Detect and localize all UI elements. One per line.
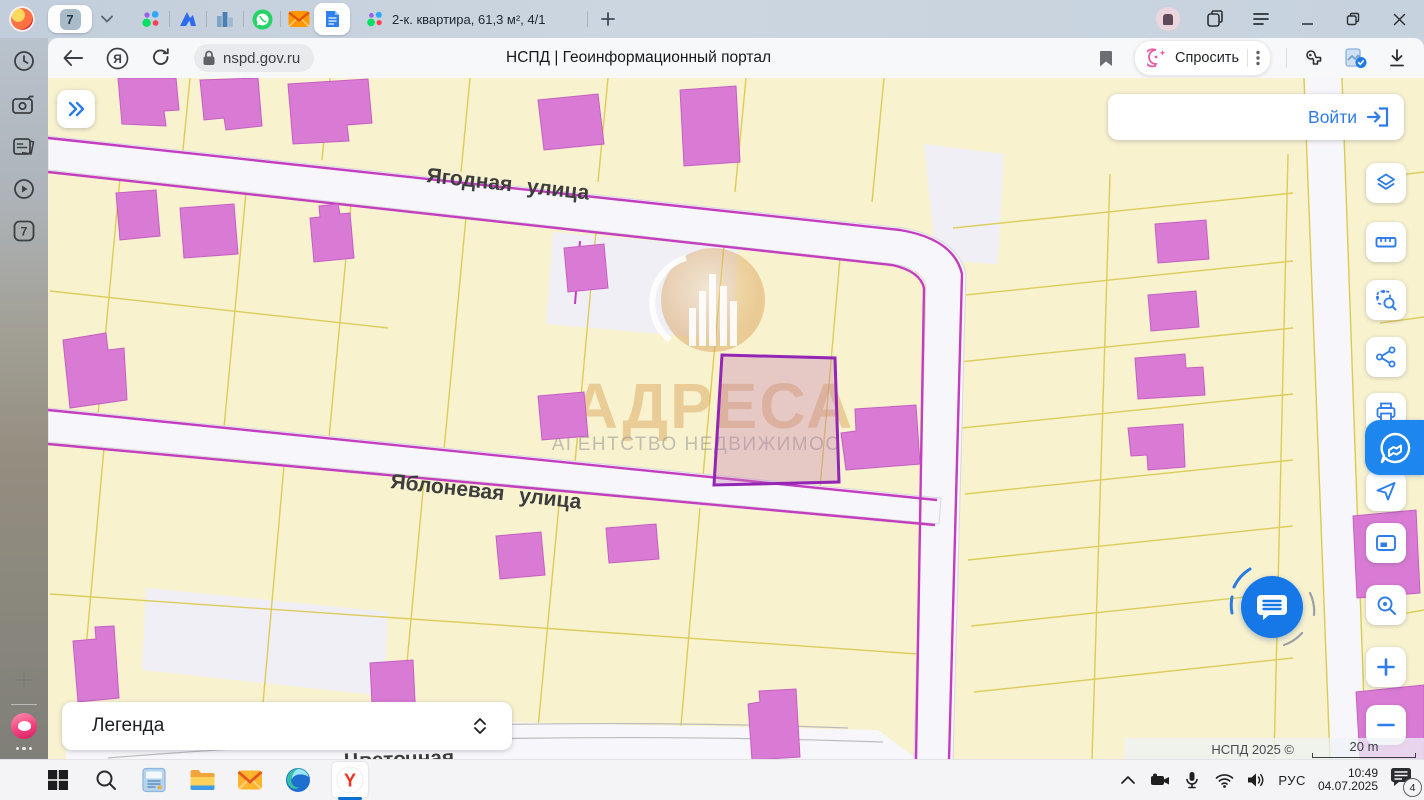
- login-icon: [1366, 106, 1390, 128]
- system-tray: РУС 10:49 04.07.2025 4: [1118, 760, 1416, 800]
- address-bar[interactable]: nspd.gov.ru: [194, 44, 314, 72]
- protect-sync-icon[interactable]: [1343, 45, 1369, 71]
- select-area-button[interactable]: [1366, 280, 1406, 320]
- my-location-button[interactable]: [1366, 471, 1406, 511]
- measure-ruler-button[interactable]: [1366, 222, 1406, 262]
- extensions-icon[interactable]: [1302, 45, 1328, 71]
- profile-avatar-icon[interactable]: [9, 6, 35, 32]
- tray-chevron-icon[interactable]: [1118, 770, 1138, 790]
- tray-camera-icon[interactable]: [1150, 770, 1170, 790]
- tab-favicon-avito-icon: [366, 10, 384, 28]
- language-indicator[interactable]: РУС: [1278, 773, 1306, 788]
- menu-icon[interactable]: [1250, 8, 1272, 30]
- legend-collapse-icon[interactable]: [474, 718, 486, 734]
- attribution-text: НСПД 2025 ©: [1211, 742, 1294, 757]
- pinned-tab-mail-icon[interactable]: [284, 4, 314, 34]
- ask-sparkle-icon: [1147, 48, 1167, 68]
- map-canvas[interactable]: АДРЕСА АГЕНТСТВО НЕДВИЖИМОСТИ: [48, 78, 1424, 760]
- notification-badge: 4: [1403, 778, 1422, 797]
- tab-title: 2-к. квартира, 61,3 м², 4/1: [392, 12, 578, 27]
- map-attribution: НСПД 2025 © 20 m: [1124, 738, 1424, 760]
- login-bar[interactable]: Войти: [1108, 94, 1404, 140]
- search-on-map-button[interactable]: [1366, 585, 1406, 625]
- refresh-button[interactable]: [148, 45, 174, 71]
- zoom-in-button[interactable]: [1366, 647, 1406, 687]
- chat-button[interactable]: [1241, 576, 1303, 638]
- alice-assistant-icon[interactable]: [11, 713, 37, 739]
- legend-label: Легенда: [92, 715, 164, 737]
- ask-more-icon[interactable]: [1256, 50, 1260, 66]
- file-explorer-icon[interactable]: [188, 766, 216, 794]
- page-title: НСПД | Геоинформационный портал: [506, 38, 771, 78]
- pinned-tab-nspd-active[interactable]: [314, 3, 350, 35]
- downloads-icon[interactable]: [1384, 45, 1410, 71]
- browser-side-rail: 7: [0, 38, 48, 760]
- pinned-tab-a-icon[interactable]: [173, 4, 203, 34]
- ask-ai-button[interactable]: Спросить: [1134, 40, 1271, 76]
- taskbar-search-icon[interactable]: [92, 766, 120, 794]
- svg-text:Я: Я: [113, 52, 122, 66]
- rail-more-icon[interactable]: [16, 747, 33, 751]
- svg-text:Y: Y: [344, 771, 356, 791]
- pinned-tab-whatsapp-icon[interactable]: [247, 4, 277, 34]
- side-panels-icon[interactable]: [1204, 8, 1226, 30]
- restore-button[interactable]: [1342, 8, 1364, 30]
- yandex-sidebar-widget[interactable]: [1365, 420, 1424, 475]
- browser-window: 7: [0, 0, 1424, 800]
- minimize-button[interactable]: [1296, 8, 1318, 30]
- pinned-tab-avito-icon[interactable]: [136, 4, 166, 34]
- login-label: Войти: [1308, 107, 1357, 128]
- windows-taskbar: Y РУС 10:49 04.07.2025: [0, 759, 1424, 800]
- back-button[interactable]: [60, 45, 86, 71]
- svg-text:7: 7: [21, 225, 28, 239]
- tray-wifi-icon[interactable]: [1214, 770, 1234, 790]
- address-toolbar: Я nspd.gov.ru НСПД | Геоинформационный п…: [48, 38, 1424, 78]
- bookmark-icon[interactable]: [1093, 45, 1119, 71]
- tab-group-count: 7: [60, 9, 81, 30]
- mail-app-icon[interactable]: [236, 766, 264, 794]
- screenshot-icon[interactable]: [9, 90, 39, 120]
- edge-browser-icon[interactable]: [284, 766, 312, 794]
- start-button[interactable]: [44, 766, 72, 794]
- tab-group[interactable]: 7: [48, 5, 122, 33]
- scale-bar: 20 m: [1312, 741, 1416, 758]
- expand-panel-button[interactable]: [57, 90, 95, 128]
- selected-parcel[interactable]: [714, 355, 839, 485]
- video-play-icon[interactable]: [9, 174, 39, 204]
- feed-icon[interactable]: [9, 132, 39, 162]
- minimap-button[interactable]: [1366, 523, 1406, 563]
- tab-group-chevron-icon[interactable]: [92, 5, 122, 33]
- add-panel-icon[interactable]: [9, 665, 39, 695]
- map-viewport[interactable]: АДРЕСА АГЕНТСТВО НЕДВИЖИМОСТИ: [48, 78, 1424, 760]
- tray-volume-icon[interactable]: [1246, 770, 1266, 790]
- new-tab-button[interactable]: [595, 6, 621, 32]
- pinned-tabs: [136, 3, 350, 35]
- tab-apartment-listing[interactable]: 2-к. квартира, 61,3 м², 4/1: [360, 3, 584, 35]
- tray-date: 04.07.2025: [1318, 780, 1378, 793]
- taskbar-apps: Y: [44, 760, 368, 800]
- share-button[interactable]: [1366, 337, 1406, 377]
- tray-mic-icon[interactable]: [1182, 770, 1202, 790]
- seven-app-icon[interactable]: 7: [9, 216, 39, 246]
- legend-panel[interactable]: Легенда: [62, 702, 512, 750]
- lock-icon: [202, 50, 216, 66]
- url-text: nspd.gov.ru: [223, 50, 300, 67]
- account-avatar-icon[interactable]: [1156, 7, 1180, 31]
- pinned-tab-buildings-icon[interactable]: [210, 4, 240, 34]
- scale-label: 20 m: [1350, 741, 1379, 753]
- notification-center-icon[interactable]: 4: [1390, 767, 1416, 793]
- history-clock-icon[interactable]: [9, 46, 39, 76]
- clock[interactable]: 10:49 04.07.2025: [1318, 767, 1378, 793]
- taskbar-1c-app-icon[interactable]: [140, 766, 168, 794]
- layers-button[interactable]: [1366, 163, 1406, 203]
- yandex-browser-icon[interactable]: Y: [332, 762, 368, 798]
- close-button[interactable]: [1388, 8, 1410, 30]
- toolbar-actions: Спросить: [1093, 40, 1410, 76]
- window-controls: [1156, 7, 1410, 31]
- ask-label: Спросить: [1175, 50, 1239, 66]
- tab-strip: 7: [0, 0, 1424, 38]
- side-rail-bottom: [0, 654, 48, 761]
- yandex-home-icon[interactable]: Я: [104, 45, 130, 71]
